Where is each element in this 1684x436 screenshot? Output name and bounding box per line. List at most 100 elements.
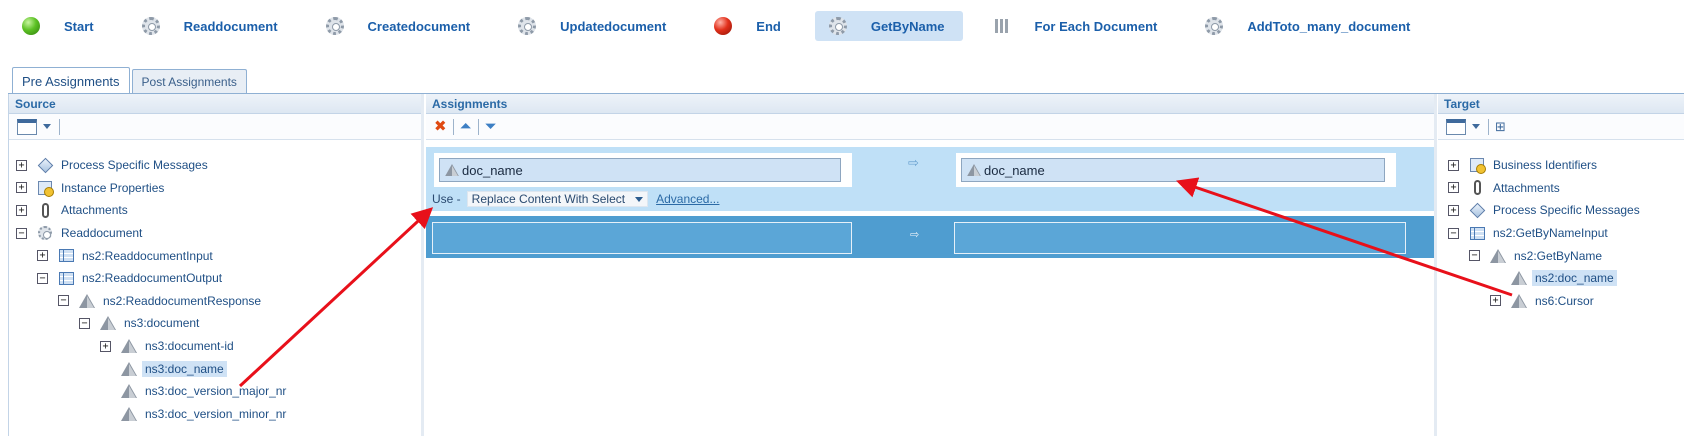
tree-node[interactable]: − ns2:ReaddocumentResponse <box>9 290 421 313</box>
activity-end[interactable]: End <box>712 11 799 41</box>
tab-post-assignments[interactable]: Post Assignments <box>131 69 247 94</box>
expand-icon[interactable]: + <box>16 159 27 171</box>
bars-icon <box>995 19 1009 33</box>
collapse-icon[interactable]: − <box>16 227 27 239</box>
splitter-right[interactable] <box>1434 94 1437 436</box>
node-icon <box>1469 202 1485 219</box>
expand-icon[interactable]: + <box>1448 204 1459 216</box>
empty-target-field[interactable] <box>954 222 1406 254</box>
expand-icon[interactable]: + <box>1448 159 1459 171</box>
assignment-mode-select[interactable]: Replace Content With Select <box>466 191 649 207</box>
collapse-icon[interactable]: − <box>58 295 69 307</box>
splitter-left[interactable] <box>421 94 424 436</box>
tree-node-label: ns2:GetByNameInput <box>1493 226 1608 241</box>
tree-node[interactable]: − Readdocument <box>9 222 421 245</box>
tree-node-label: ns2:ReaddocumentInput <box>82 248 213 263</box>
node-icon <box>79 293 95 309</box>
view-window-icon[interactable] <box>1446 118 1466 135</box>
activity-label: Start <box>64 18 94 34</box>
tree-node[interactable]: − ns2:GetByName <box>1438 244 1684 267</box>
node-icon <box>37 225 53 241</box>
tree-node-label: Business Identifiers <box>1493 158 1598 173</box>
tree-node[interactable]: ns3:doc_name <box>9 357 421 380</box>
gear-icon <box>1205 17 1224 35</box>
expand-icon[interactable]: + <box>37 250 48 262</box>
expand-icon[interactable]: + <box>1448 182 1459 194</box>
activity-createdocument[interactable]: Createdocument <box>324 11 489 41</box>
advanced-link[interactable]: Advanced... <box>656 192 719 206</box>
activity-getbyname[interactable]: GetByName <box>814 11 963 41</box>
toolbar-separator <box>477 118 479 135</box>
move-up-icon[interactable]: ⏶ <box>460 118 472 135</box>
activity-label: AddToto_many_document <box>1247 18 1411 34</box>
node-icon <box>1469 225 1485 241</box>
tree-view-icon[interactable]: ⊞ <box>1495 119 1506 135</box>
activity-updatedocument[interactable]: Updatedocument <box>516 11 684 41</box>
gear-icon <box>828 17 847 35</box>
tree-node[interactable]: + Process Specific Messages <box>1438 199 1684 222</box>
source-expression-field[interactable]: doc_name <box>434 153 852 187</box>
target-expression-field[interactable]: doc_name <box>956 153 1396 187</box>
message-icon <box>1469 202 1485 219</box>
tree-node[interactable]: + Process Specific Messages <box>9 154 421 177</box>
toolbar-separator <box>59 118 60 135</box>
node-icon <box>37 180 54 197</box>
node-icon <box>1469 180 1485 196</box>
activity-addtoto-many-document[interactable]: AddToto_many_document <box>1203 11 1428 41</box>
activity-readdocument[interactable]: Readdocument <box>140 11 296 41</box>
expand-icon[interactable]: + <box>1490 295 1501 307</box>
collapse-icon[interactable]: − <box>1469 250 1480 262</box>
tree-node[interactable]: + Attachments <box>9 199 421 222</box>
node-icon <box>37 157 53 174</box>
tree-node[interactable]: + Instance Properties <box>9 177 421 200</box>
tree-node[interactable]: ns2:doc_name <box>1438 267 1684 290</box>
assign-arrow-icon: ⇨ <box>908 155 919 170</box>
tree-node-label: ns2:ReaddocumentOutput <box>82 271 223 286</box>
tree-node-label: ns2:doc_name <box>1532 270 1617 287</box>
tree-node-label: ns3:doc_name <box>142 360 227 377</box>
move-down-icon[interactable]: ⏷ <box>485 118 497 135</box>
delete-icon[interactable]: ✖ <box>434 118 447 135</box>
collapse-icon[interactable]: − <box>1448 227 1459 239</box>
tree-node[interactable]: + ns3:document-id <box>9 335 421 358</box>
expand-icon[interactable]: + <box>16 182 27 194</box>
tree-node[interactable]: + ns2:ReaddocumentInput <box>9 244 421 267</box>
element-icon <box>967 164 981 176</box>
view-window-icon[interactable] <box>17 118 37 135</box>
element-icon <box>121 384 137 399</box>
use-label: Use - <box>432 192 461 206</box>
tree-node[interactable]: − ns2:ReaddocumentOutput <box>9 267 421 290</box>
tab-pre-assignments[interactable]: Pre Assignments <box>12 67 130 94</box>
expand-icon[interactable]: + <box>100 340 111 352</box>
tree-node[interactable]: + Attachments <box>1438 177 1684 200</box>
activity-label: Readdocument <box>183 18 278 34</box>
tree-node[interactable]: − ns2:GetByNameInput <box>1438 222 1684 245</box>
collapse-icon[interactable]: − <box>37 272 48 284</box>
tree-node[interactable]: − ns3:document <box>9 312 421 335</box>
element-icon <box>1511 271 1527 286</box>
chevron-down-icon[interactable] <box>43 124 51 129</box>
expand-icon[interactable]: + <box>16 204 27 216</box>
tree-node[interactable]: ns3:doc_version_minor_nr <box>9 403 421 426</box>
assignments-title: Assignments <box>426 94 1434 114</box>
node-icon <box>58 248 74 264</box>
tree-node[interactable]: + Business Identifiers <box>1438 154 1684 177</box>
tree-node[interactable]: ns3:doc_version_major_nr <box>9 380 421 403</box>
assignments-toolbar: ✖ ⏶ ⏷ <box>426 114 1434 140</box>
assignment-row-selected[interactable]: doc_name ⇨ doc_name Use - Replace Conten… <box>426 147 1434 211</box>
target-title: Target <box>1438 94 1684 114</box>
assignment-row-empty[interactable]: ⇨ <box>426 216 1434 258</box>
paperclip-icon <box>41 202 49 218</box>
element-icon <box>1490 248 1506 263</box>
collapse-icon[interactable]: − <box>79 317 90 329</box>
node-icon <box>121 406 137 422</box>
activity-icon <box>991 15 1013 37</box>
activity-icon <box>324 15 346 37</box>
activity-start[interactable]: Start <box>20 11 112 41</box>
tree-node[interactable]: + ns6:Cursor <box>1438 290 1684 313</box>
activity-for-each-document[interactable]: For Each Document <box>991 11 1176 41</box>
gear-icon <box>518 17 537 35</box>
activity-label: For Each Document <box>1034 18 1158 34</box>
empty-source-field[interactable] <box>432 222 852 254</box>
chevron-down-icon[interactable] <box>1472 124 1480 129</box>
